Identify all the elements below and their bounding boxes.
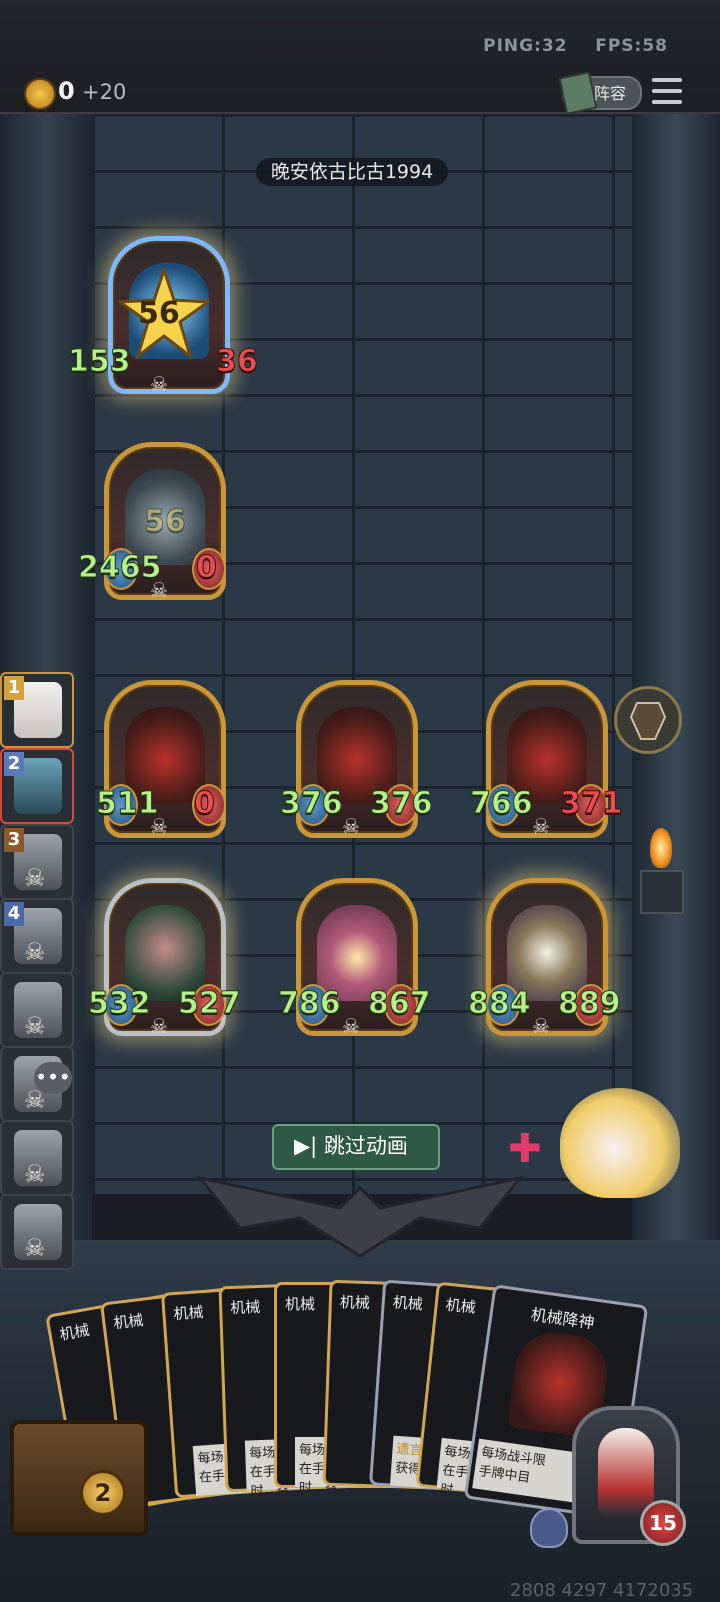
lineup-label: 阵容	[594, 84, 627, 103]
skull-icon: ☠	[342, 814, 360, 838]
skull-icon: ☠	[342, 1014, 360, 1038]
skull-icon: ☠	[150, 1014, 168, 1038]
coin-count: 0	[58, 77, 75, 105]
tavern-chest-button[interactable]	[10, 1420, 148, 1536]
fairy-mascot	[560, 1088, 680, 1198]
hand-card-title: 机械	[172, 1303, 205, 1324]
rank-badge: 1	[4, 676, 24, 700]
rank-badge: 3	[4, 828, 24, 852]
hand-card-title: 机械	[339, 1293, 371, 1313]
opponent-level: 56	[138, 296, 180, 331]
minion-attack: 786	[278, 986, 342, 1022]
player-slot[interactable]: 2	[0, 748, 74, 824]
opponent-name: 晚安依古比古1994	[256, 158, 448, 186]
skip-label-text: 跳过动画	[323, 1134, 408, 1158]
player-slot[interactable]: 1	[0, 672, 74, 748]
skull-icon: ☠	[24, 1234, 46, 1262]
player-slot[interactable]: ☠ 3	[0, 824, 74, 900]
ping-text: PING:32	[483, 36, 568, 56]
minion-attack: 766	[470, 786, 534, 822]
skull-icon: ☠	[24, 864, 46, 892]
player-slot[interactable]: ☠	[0, 1194, 74, 1270]
player-slot[interactable]: ☠	[0, 972, 74, 1048]
hand-card-title: 机械	[392, 1293, 424, 1314]
player-health: 15	[640, 1500, 686, 1546]
hand-card-title: 机械	[112, 1310, 145, 1333]
hand-card-title: 机械	[58, 1320, 91, 1344]
minion-health: 867	[368, 986, 432, 1022]
rank-badge: 4	[4, 902, 24, 926]
opponent-health: 36	[216, 344, 259, 380]
shield-icon	[530, 1508, 568, 1548]
minion-attack: 532	[88, 986, 152, 1022]
torch-sconce	[640, 870, 684, 914]
skull-icon: ☠	[24, 1012, 46, 1040]
skull-icon: ☠	[24, 938, 46, 966]
coin-income: +20	[82, 80, 127, 104]
skip-animation-label: ▶| 跳过动画	[294, 1134, 408, 1158]
skull-icon: ☠	[532, 1014, 550, 1038]
skull-icon: ☠	[150, 578, 168, 602]
coin-icon	[24, 78, 56, 110]
bat-ornament-icon	[196, 1175, 524, 1258]
skull-icon: ☠	[532, 814, 550, 838]
minion-attack: 884	[468, 986, 532, 1022]
health-cross-icon: ✚	[508, 1126, 542, 1172]
torch-flame-icon	[650, 828, 672, 868]
menu-button[interactable]	[652, 78, 682, 106]
coffin-button[interactable]	[614, 686, 682, 754]
chat-bubble-icon[interactable]: •••	[34, 1062, 72, 1094]
rabbit-hero-art	[598, 1428, 654, 1516]
hand-card-title: 机械降神	[529, 1304, 596, 1333]
skull-icon: ☠	[150, 814, 168, 838]
hero-health: 0	[196, 550, 218, 586]
network-status: PING:32 FPS:58	[483, 36, 668, 56]
minion-health: 371	[560, 786, 624, 822]
minion-health: 0	[194, 786, 216, 822]
hero-overlay-level: 56	[144, 504, 187, 540]
rank-badge: 2	[4, 752, 24, 776]
skull-icon: ☠	[24, 1160, 46, 1188]
player-slot[interactable]: ☠ 4	[0, 898, 74, 974]
hand-card-title: 机械	[444, 1295, 477, 1317]
player-slot[interactable]: ☠	[0, 1120, 74, 1196]
minion-health: 376	[370, 786, 434, 822]
hero-attack: 2465	[78, 550, 162, 586]
opponent-attack: 153	[68, 344, 132, 380]
fps-text: FPS:58	[595, 36, 668, 56]
game-id-text: 2808 4297 4172035	[510, 1580, 694, 1601]
minion-health: 889	[558, 986, 622, 1022]
hand-card-title: 机械	[285, 1295, 316, 1313]
coffin-icon	[629, 702, 667, 740]
skull-icon: ☠	[150, 372, 168, 396]
minion-health: 527	[178, 986, 242, 1022]
gold-count: 2	[80, 1470, 126, 1516]
minion-attack: 376	[280, 786, 344, 822]
hand-card-title: 机械	[229, 1297, 261, 1317]
